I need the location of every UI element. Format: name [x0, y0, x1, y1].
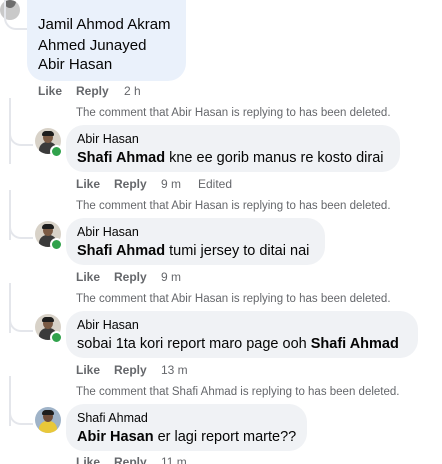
comment-actions: Like Reply 11 m — [76, 455, 236, 464]
like-button[interactable]: Like — [76, 177, 100, 191]
avatar[interactable] — [35, 407, 61, 433]
online-status-icon — [50, 238, 63, 251]
comment-author[interactable]: Abir Hasan — [77, 225, 139, 239]
thread-branch — [9, 124, 33, 146]
comment-bubble: Jamil Ahmod Akram Ahmed Junayed Abir Has… — [27, 0, 186, 81]
timestamp[interactable]: 9 m — [161, 270, 181, 284]
mention[interactable]: Shafi Ahmad — [311, 336, 399, 352]
mention[interactable]: Shafi Ahmad — [77, 243, 165, 259]
comment-author[interactable]: Shafi Ahmad — [77, 411, 148, 425]
comment-actions: Like Reply 2 h — [38, 84, 158, 98]
reply-button[interactable]: Reply — [114, 363, 147, 377]
comment-author[interactable]: Abir Hasan — [77, 132, 139, 146]
comment-text: Abir Hasan er lagi report marte?? — [77, 429, 297, 445]
comment-text: Shafi Ahmad tumi jersey to ditai nai — [77, 243, 310, 259]
deleted-parent-notice: The comment that Abir Hasan is replying … — [76, 200, 391, 212]
comment-author[interactable]: Abir Hasan — [77, 318, 139, 332]
comment-actions: Like Reply 13 m — [76, 363, 236, 377]
thread-branch — [9, 217, 33, 239]
deleted-parent-notice: The comment that Abir Hasan is replying … — [76, 107, 391, 119]
comment-bubble: Shafi Ahmad Abir Hasan er lagi report ma… — [66, 404, 307, 451]
mention[interactable]: Abir Hasan — [77, 429, 154, 445]
tagged-name[interactable]: Jamil Ahmod Akram — [38, 16, 171, 33]
tagged-name[interactable]: Abir Hasan — [38, 56, 112, 73]
reply-button[interactable]: Reply — [114, 455, 147, 464]
online-status-icon — [50, 331, 63, 344]
comment-text: Shafi Ahmad kne ee gorib manus re kosto … — [77, 150, 384, 166]
deleted-parent-notice: The comment that Shafi Ahmad is replying… — [76, 386, 400, 398]
like-button[interactable]: Like — [76, 363, 100, 377]
comment-text: sobai 1ta kori report maro page ooh Shaf… — [77, 336, 399, 352]
online-status-icon — [50, 145, 63, 158]
like-button[interactable]: Like — [76, 270, 100, 284]
comment-bubble: Abir Hasan Shafi Ahmad kne ee gorib manu… — [66, 125, 400, 172]
comment-actions: Like Reply 9 m — [76, 270, 236, 284]
comment-actions: Like Reply 9 m Edited — [76, 177, 276, 191]
timestamp[interactable]: 11 m — [161, 455, 187, 464]
thread-branch — [9, 310, 33, 332]
thread-branch — [9, 403, 33, 425]
reply-button[interactable]: Reply — [76, 84, 109, 98]
timestamp[interactable]: 13 m — [161, 363, 188, 377]
like-button[interactable]: Like — [38, 84, 62, 98]
tagged-name[interactable]: Ahmed Junayed — [38, 37, 146, 54]
timestamp[interactable]: 2 h — [124, 84, 141, 98]
edited-label: Edited — [198, 177, 233, 191]
reply-button[interactable]: Reply — [114, 270, 147, 284]
comment-bubble: Abir Hasan sobai 1ta kori report maro pa… — [66, 311, 418, 358]
thread-line — [4, 0, 28, 30]
comment-bubble: Abir Hasan Shafi Ahmad tumi jersey to di… — [66, 218, 325, 265]
reply-button[interactable]: Reply — [114, 177, 147, 191]
timestamp[interactable]: 9 m — [161, 177, 181, 191]
deleted-parent-notice: The comment that Abir Hasan is replying … — [76, 293, 391, 305]
like-button[interactable]: Like — [76, 455, 100, 464]
mention[interactable]: Shafi Ahmad — [77, 150, 165, 166]
